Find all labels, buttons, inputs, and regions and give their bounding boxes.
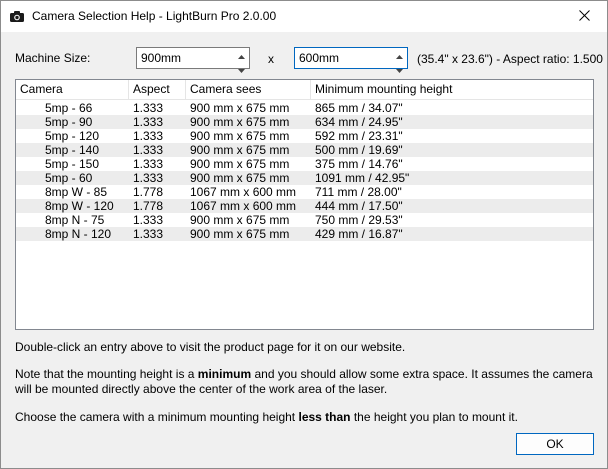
table-row[interactable]: 5mp - 66 1.333 900 mm x 675 mm 865 mm / … — [16, 101, 593, 115]
choose-note: Choose the camera with a minimum mountin… — [15, 410, 518, 424]
cell-min-height: 634 mm / 24.95" — [315, 115, 403, 129]
cell-camera-sees: 900 mm x 675 mm — [190, 157, 290, 171]
cell-camera: 8mp W - 85 — [45, 185, 108, 199]
machine-width-spinbox[interactable] — [136, 47, 250, 73]
column-header-camera[interactable]: Camera — [16, 80, 129, 99]
close-button[interactable] — [561, 1, 607, 32]
close-icon — [578, 9, 590, 24]
cell-camera-sees: 1067 mm x 600 mm — [190, 199, 297, 213]
cell-camera-sees: 900 mm x 675 mm — [190, 129, 290, 143]
dimension-info: (35.4" x 23.6") - Aspect ratio: 1.500 — [417, 52, 603, 66]
camera-table[interactable]: Camera Aspect Camera sees Minimum mounti… — [15, 79, 594, 330]
cell-min-height: 429 mm / 16.87" — [315, 227, 403, 241]
cell-aspect: 1.333 — [133, 115, 164, 129]
cell-min-height: 711 mm / 28.00" — [315, 185, 402, 199]
cell-camera-sees: 900 mm x 675 mm — [190, 101, 290, 115]
cell-camera-sees: 900 mm x 675 mm — [190, 115, 290, 129]
cell-camera-sees: 1067 mm x 600 mm — [190, 185, 297, 199]
cell-camera-sees: 900 mm x 675 mm — [190, 171, 290, 185]
cell-camera: 8mp N - 75 — [45, 213, 105, 227]
table-row[interactable]: 8mp W - 85 1.778 1067 mm x 600 mm 711 mm… — [16, 185, 593, 199]
cell-min-height: 1091 mm / 42.95" — [315, 171, 410, 185]
machine-height-spinbox[interactable] — [294, 47, 408, 73]
table-row[interactable]: 8mp N - 120 1.333 900 mm x 675 mm 429 mm… — [16, 227, 593, 241]
cell-camera: 8mp N - 120 — [45, 227, 112, 241]
column-header-min-height[interactable]: Minimum mounting height — [311, 80, 593, 99]
table-row[interactable]: 8mp N - 75 1.333 900 mm x 675 mm 750 mm … — [16, 213, 593, 227]
spin-up-button[interactable] — [234, 48, 249, 62]
spin-up-button[interactable] — [392, 48, 407, 62]
cell-aspect: 1.333 — [133, 101, 164, 115]
cell-min-height: 592 mm / 23.31" — [315, 129, 403, 143]
table-row[interactable]: 5mp - 120 1.333 900 mm x 675 mm 592 mm /… — [16, 129, 593, 143]
ok-button[interactable]: OK — [516, 433, 594, 455]
cell-aspect: 1.778 — [133, 185, 164, 199]
cell-min-height: 375 mm / 14.76" — [315, 157, 403, 171]
cell-camera: 5mp - 150 — [45, 157, 100, 171]
table-row[interactable]: 5mp - 150 1.333 900 mm x 675 mm 375 mm /… — [16, 157, 593, 171]
double-click-note: Double-click an entry above to visit the… — [15, 340, 406, 354]
mounting-note-line2: will be mounted directly above the cente… — [15, 382, 388, 396]
chevron-up-icon — [238, 48, 245, 62]
chevron-down-icon — [396, 62, 403, 76]
table-header: Camera Aspect Camera sees Minimum mounti… — [16, 80, 593, 100]
cell-min-height: 750 mm / 29.53" — [315, 213, 403, 227]
cell-camera-sees: 900 mm x 675 mm — [190, 213, 290, 227]
choose-note-emphasis: less than — [298, 410, 351, 424]
chevron-down-icon — [238, 62, 245, 76]
table-row[interactable]: 5mp - 60 1.333 900 mm x 675 mm 1091 mm /… — [16, 171, 593, 185]
cell-camera: 5mp - 60 — [45, 171, 93, 185]
cell-aspect: 1.333 — [133, 157, 164, 171]
camera-icon — [10, 11, 24, 22]
mounting-note-text: and you should allow some extra space. I… — [251, 367, 593, 381]
cell-camera: 5mp - 66 — [45, 101, 93, 115]
cell-camera: 5mp - 90 — [45, 115, 93, 129]
chevron-up-icon — [396, 48, 403, 62]
cell-aspect: 1.333 — [133, 129, 164, 143]
cell-aspect: 1.333 — [133, 171, 164, 185]
cell-min-height: 500 mm / 19.69" — [315, 143, 403, 157]
table-row[interactable]: 8mp W - 120 1.778 1067 mm x 600 mm 444 m… — [16, 199, 593, 213]
spin-arrows — [392, 48, 407, 73]
size-separator: x — [268, 52, 274, 66]
cell-camera-sees: 900 mm x 675 mm — [190, 143, 290, 157]
mounting-note-line1: Note that the mounting height is a minim… — [15, 367, 593, 381]
column-header-aspect[interactable]: Aspect — [129, 80, 186, 99]
cell-aspect: 1.333 — [133, 213, 164, 227]
cell-aspect: 1.333 — [133, 227, 164, 241]
camera-selection-dialog: Camera Selection Help - LightBurn Pro 2.… — [0, 0, 608, 469]
choose-note-text: Choose the camera with a minimum mountin… — [15, 410, 299, 424]
cell-min-height: 444 mm / 17.50" — [315, 199, 403, 213]
machine-width-input[interactable] — [137, 48, 233, 68]
choose-note-text: the height you plan to mount it. — [350, 410, 518, 424]
table-row[interactable]: 5mp - 140 1.333 900 mm x 675 mm 500 mm /… — [16, 143, 593, 157]
cell-camera: 5mp - 140 — [45, 143, 100, 157]
machine-height-input[interactable] — [295, 48, 391, 68]
cell-aspect: 1.778 — [133, 199, 164, 213]
cell-camera-sees: 900 mm x 675 mm — [190, 227, 290, 241]
cell-camera: 5mp - 120 — [45, 129, 100, 143]
machine-size-label: Machine Size: — [15, 51, 91, 65]
cell-camera: 8mp W - 120 — [45, 199, 114, 213]
mounting-note-emphasis: minimum — [197, 367, 252, 381]
mounting-note-text: Note that the mounting height is a — [15, 367, 198, 381]
title-bar: Camera Selection Help - LightBurn Pro 2.… — [1, 1, 607, 32]
cell-aspect: 1.333 — [133, 143, 164, 157]
cell-min-height: 865 mm / 34.07" — [315, 101, 403, 115]
spin-arrows — [234, 48, 249, 73]
spin-down-button[interactable] — [392, 62, 407, 76]
window-title: Camera Selection Help - LightBurn Pro 2.… — [32, 9, 277, 23]
table-row[interactable]: 5mp - 90 1.333 900 mm x 675 mm 634 mm / … — [16, 115, 593, 129]
spin-down-button[interactable] — [234, 62, 249, 76]
column-header-camera-sees[interactable]: Camera sees — [186, 80, 311, 99]
